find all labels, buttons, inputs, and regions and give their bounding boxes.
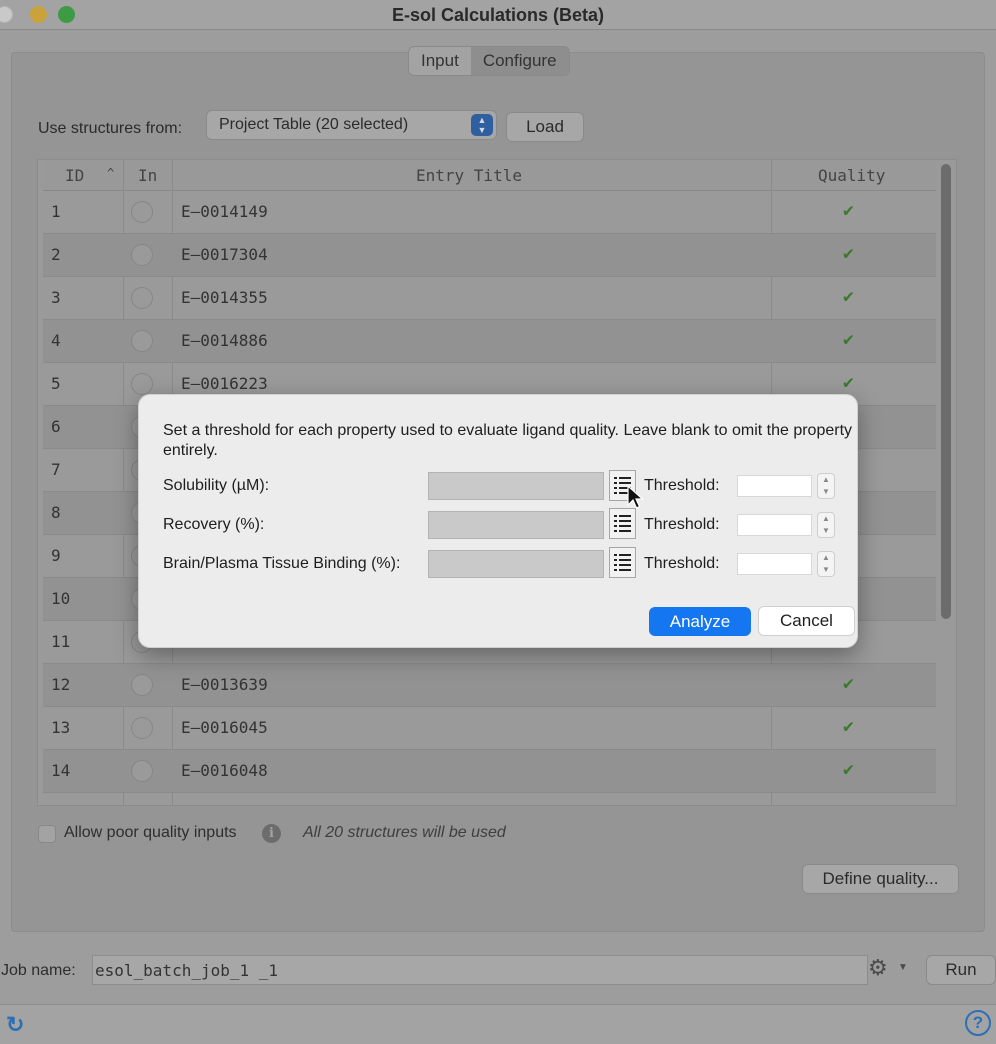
row-include-radio[interactable] <box>131 760 153 782</box>
table-scrollbar[interactable] <box>941 164 951 619</box>
recovery-threshold-label: Threshold: <box>644 516 720 533</box>
table-row[interactable]: 12 E–0013639 ✔ <box>43 664 936 707</box>
recovery-threshold-input[interactable] <box>737 514 812 536</box>
solubility-property-field[interactable] <box>428 472 604 500</box>
load-button[interactable]: Load <box>506 112 584 142</box>
mouse-cursor-icon <box>627 485 645 509</box>
table-row[interactable]: 4 E–0014886 ✔ <box>43 320 936 363</box>
recovery-property-field[interactable] <box>428 511 604 539</box>
table-row[interactable]: 3 E–0014355 ✔ <box>43 277 936 320</box>
table-row[interactable]: 1 E–0014149 ✔ <box>43 191 936 234</box>
row-include-radio[interactable] <box>131 330 153 352</box>
tab-configure[interactable]: Configure <box>470 47 569 75</box>
row-entry-title: E–0016223 <box>181 374 268 393</box>
gear-icon[interactable]: ⚙ <box>868 955 888 981</box>
row-id: 12 <box>51 675 71 694</box>
solubility-label: Solubility (µM): <box>163 477 270 494</box>
row-entry-title: E–0014886 <box>181 331 268 350</box>
quality-check-icon: ✔ <box>843 716 854 737</box>
tab-bar: Input Configure <box>408 46 570 76</box>
quality-threshold-dialog: Set a threshold for each property used t… <box>138 394 858 648</box>
use-structures-label: Use structures from: <box>38 120 183 137</box>
quality-check-icon: ✔ <box>843 200 854 221</box>
row-id: 8 <box>51 503 61 522</box>
row-id: 7 <box>51 460 61 479</box>
solubility-threshold-stepper[interactable]: ▲ ▼ <box>817 473 835 499</box>
dialog-message: Set a threshold for each property used t… <box>163 422 853 459</box>
row-include-radio[interactable] <box>131 373 153 395</box>
table-header: ID ^ In Entry Title Quality <box>43 160 936 191</box>
job-name-label: Job name: <box>1 962 76 979</box>
run-button[interactable]: Run <box>926 955 996 985</box>
tab-input[interactable]: Input <box>409 47 471 75</box>
row-include-radio[interactable] <box>131 244 153 266</box>
row-entry-title: E–0014149 <box>181 202 268 221</box>
row-include-radio[interactable] <box>131 674 153 696</box>
table-row[interactable]: 2 E–0017304 ✔ <box>43 234 936 277</box>
recovery-list-button[interactable] <box>609 508 636 539</box>
brain-plasma-binding-label: Brain/Plasma Tissue Binding (%): <box>163 555 401 572</box>
row-id: 5 <box>51 374 61 393</box>
quality-check-icon: ✔ <box>843 759 854 780</box>
table-row[interactable]: 13 E–0016045 ✔ <box>43 707 936 750</box>
quality-check-icon: ✔ <box>843 673 854 694</box>
row-id: 6 <box>51 417 61 436</box>
quality-check-icon: ✔ <box>843 329 854 350</box>
job-name-input[interactable]: esol_batch_job_1 _1 <box>92 955 868 985</box>
analyze-button[interactable]: Analyze <box>649 607 751 636</box>
header-entry-title[interactable]: Entry Title <box>416 166 522 185</box>
header-in[interactable]: In <box>138 166 157 185</box>
solubility-threshold-input[interactable] <box>737 475 812 497</box>
row-entry-title: E–0016048 <box>181 761 268 780</box>
brain-plasma-threshold-input[interactable] <box>737 553 812 575</box>
structures-source-value: Project Table (20 selected) <box>219 116 409 133</box>
row-id: 1 <box>51 202 61 221</box>
window-title: E-sol Calculations (Beta) <box>391 5 605 25</box>
quality-check-icon: ✔ <box>843 286 854 307</box>
status-bar <box>0 1004 996 1044</box>
row-entry-title: E–0014355 <box>181 288 268 307</box>
title-bar: E-sol Calculations (Beta) <box>0 0 996 30</box>
refresh-icon[interactable]: ↻ <box>6 1012 24 1038</box>
help-icon[interactable]: ? <box>965 1010 991 1036</box>
allow-poor-quality-label: Allow poor quality inputs <box>64 824 237 841</box>
brain-plasma-threshold-stepper[interactable]: ▲ ▼ <box>817 551 835 577</box>
allow-poor-quality-checkbox[interactable] <box>38 825 56 843</box>
brain-plasma-threshold-label: Threshold: <box>644 555 720 572</box>
table-row[interactable]: 14 E–0016048 ✔ <box>43 750 936 793</box>
header-id[interactable]: ID <box>65 166 84 185</box>
row-include-radio[interactable] <box>131 717 153 739</box>
row-id: 11 <box>51 632 71 651</box>
structures-used-text: All 20 structures will be used <box>303 824 506 841</box>
brain-plasma-binding-property-field[interactable] <box>428 550 604 578</box>
solubility-threshold-label: Threshold: <box>644 477 720 494</box>
row-entry-title: E–0017304 <box>181 245 268 264</box>
brain-plasma-binding-list-button[interactable] <box>609 547 636 578</box>
recovery-threshold-stepper[interactable]: ▲ ▼ <box>817 512 835 538</box>
row-id: 2 <box>51 245 61 264</box>
select-arrows-icon: ▲ ▼ <box>471 114 493 136</box>
sort-ascending-icon: ^ <box>107 166 115 180</box>
cancel-button[interactable]: Cancel <box>758 606 855 636</box>
row-id: 14 <box>51 761 71 780</box>
recovery-label: Recovery (%): <box>163 516 265 533</box>
row-id: 10 <box>51 589 71 608</box>
row-id: 3 <box>51 288 61 307</box>
row-id: 9 <box>51 546 61 565</box>
row-include-radio[interactable] <box>131 287 153 309</box>
quality-check-icon: ✔ <box>843 243 854 264</box>
info-icon[interactable]: i <box>262 824 281 843</box>
row-id: 4 <box>51 331 61 350</box>
row-include-radio[interactable] <box>131 201 153 223</box>
quality-check-icon: ✔ <box>843 372 854 393</box>
header-quality[interactable]: Quality <box>818 166 885 185</box>
row-entry-title: E–0013639 <box>181 675 268 694</box>
row-entry-title: E–0016045 <box>181 718 268 737</box>
chevron-down-icon[interactable]: ▼ <box>898 962 908 973</box>
define-quality-button[interactable]: Define quality... <box>802 864 959 894</box>
structures-source-select[interactable]: Project Table (20 selected) ▲ ▼ <box>206 110 497 140</box>
row-id: 13 <box>51 718 71 737</box>
